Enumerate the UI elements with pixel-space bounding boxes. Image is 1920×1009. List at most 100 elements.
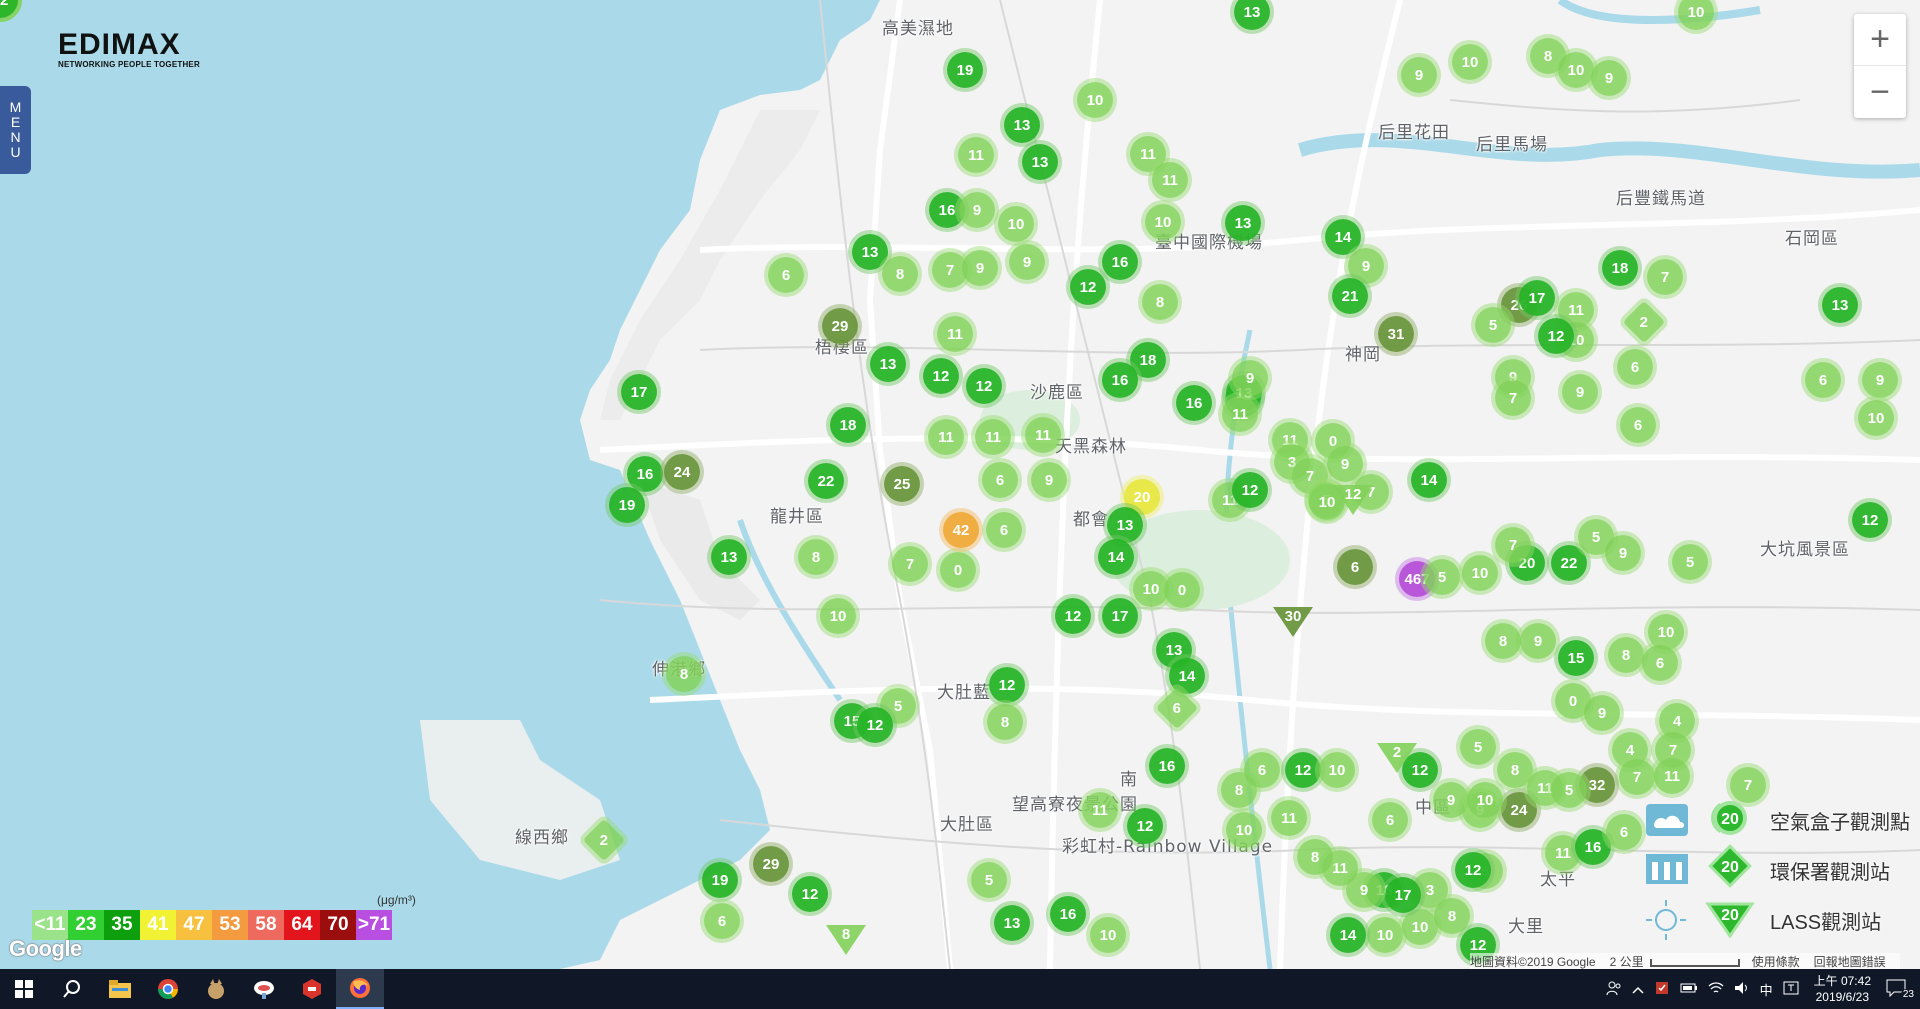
sensor-marker[interactable]: 6 bbox=[704, 903, 740, 939]
sensor-marker[interactable]: 16 bbox=[1149, 748, 1185, 784]
app-icon-1[interactable] bbox=[192, 969, 240, 1009]
sensor-marker[interactable]: 19 bbox=[947, 52, 983, 88]
sensor-marker[interactable]: 22 bbox=[808, 463, 844, 499]
sensor-marker[interactable]: 16 bbox=[1176, 385, 1212, 421]
sensor-marker[interactable]: 12 bbox=[1285, 752, 1321, 788]
sensor-marker[interactable]: 17 bbox=[1102, 598, 1138, 634]
sensor-marker[interactable]: 10 bbox=[1077, 82, 1113, 118]
sensor-marker[interactable]: 12 bbox=[1127, 808, 1163, 844]
sensor-marker[interactable]: 11 bbox=[1025, 417, 1061, 453]
sensor-marker[interactable]: 6 bbox=[1805, 362, 1841, 398]
sensor-marker[interactable]: 9 bbox=[1584, 695, 1620, 731]
sensor-marker[interactable]: 16 bbox=[1102, 244, 1138, 280]
map-canvas[interactable]: 高美濕地 梧棲區 沙鹿區 龍井區 大肚區 后里花田 后里馬場 后豐鐵馬道 石岡區 臺中國際機場 大坑… bbox=[0, 0, 1920, 969]
sensor-marker[interactable]: 10 bbox=[1402, 909, 1438, 945]
sensor-marker[interactable]: 13 bbox=[1004, 107, 1040, 143]
sensor-marker[interactable]: 7 bbox=[1647, 259, 1683, 295]
sensor-marker[interactable]: 9 bbox=[1591, 60, 1627, 96]
sensor-marker[interactable]: 10 bbox=[820, 598, 856, 634]
sensor-marker[interactable]: 0 bbox=[1164, 572, 1200, 608]
sensor-marker[interactable]: 6 bbox=[986, 512, 1022, 548]
sensor-marker[interactable]: 29 bbox=[822, 308, 858, 344]
sensor-marker[interactable]: 13 bbox=[1107, 507, 1143, 543]
sensor-marker[interactable]: 6 bbox=[1606, 814, 1642, 850]
sensor-marker[interactable]: 9 bbox=[1862, 362, 1898, 398]
edimax-logo[interactable]: EDIMAX NETWORKING PEOPLE TOGETHER bbox=[58, 30, 200, 70]
sensor-marker[interactable]: 11 bbox=[928, 419, 964, 455]
sensor-marker[interactable]: 16 bbox=[1102, 362, 1138, 398]
sensor-marker[interactable]: 11 bbox=[975, 419, 1011, 455]
sensor-marker[interactable]: 11 bbox=[1271, 800, 1307, 836]
sensor-marker[interactable]: 42 bbox=[943, 512, 979, 548]
sensor-marker[interactable]: 10 bbox=[1145, 204, 1181, 240]
sensor-marker[interactable]: 8 bbox=[987, 704, 1023, 740]
sensor-marker[interactable]: 21 bbox=[1332, 278, 1368, 314]
sensor-marker[interactable]: 10 bbox=[1462, 555, 1498, 591]
sensor-marker[interactable]: 13 bbox=[711, 539, 747, 575]
sensor-marker[interactable]: 10 bbox=[1467, 782, 1503, 818]
sensor-marker[interactable]: 12 bbox=[989, 667, 1025, 703]
sensor-marker[interactable]: 11 bbox=[1654, 758, 1690, 794]
sensor-marker[interactable]: 12 bbox=[1538, 318, 1574, 354]
sensor-marker[interactable]: 8 bbox=[798, 539, 834, 575]
battery-icon[interactable] bbox=[1675, 982, 1703, 997]
sensor-marker[interactable]: 11 bbox=[937, 316, 973, 352]
sensor-marker[interactable]: 8 bbox=[882, 256, 918, 292]
app-icon-2[interactable] bbox=[240, 969, 288, 1009]
sensor-marker[interactable]: 22 bbox=[1551, 545, 1587, 581]
sensor-marker[interactable]: 0 bbox=[940, 552, 976, 588]
sensor-marker[interactable]: 6 bbox=[1244, 752, 1280, 788]
sensor-marker[interactable]: 6 bbox=[1620, 407, 1656, 443]
sensor-marker[interactable]: 10 bbox=[1858, 400, 1894, 436]
sensor-marker[interactable]: 6 bbox=[1617, 349, 1653, 385]
sensor-marker[interactable]: 9 bbox=[1327, 446, 1363, 482]
sensor-marker[interactable]: 11 bbox=[1082, 792, 1118, 828]
sensor-marker[interactable]: 25 bbox=[884, 466, 920, 502]
wifi-icon[interactable] bbox=[1703, 981, 1729, 998]
sensor-marker[interactable]: 19 bbox=[609, 487, 645, 523]
sensor-marker[interactable]: 8 bbox=[666, 656, 702, 692]
sensor-marker[interactable]: 12 bbox=[792, 876, 828, 912]
notification-center-icon[interactable]: 23 bbox=[1881, 979, 1920, 1000]
sensor-marker[interactable]: 11 bbox=[1152, 162, 1188, 198]
sensor-marker[interactable]: 24 bbox=[664, 454, 700, 490]
search-icon[interactable] bbox=[48, 969, 96, 1009]
sensor-marker[interactable]: 5 bbox=[1424, 559, 1460, 595]
lass-station-marker[interactable]: 30 bbox=[1273, 607, 1313, 637]
sensor-marker[interactable]: 14 bbox=[1411, 462, 1447, 498]
sensor-marker[interactable]: 17 bbox=[1519, 280, 1555, 316]
sensor-marker[interactable]: 17 bbox=[1385, 877, 1421, 913]
sensor-marker[interactable]: 10 bbox=[1452, 44, 1488, 80]
sensor-marker[interactable]: 6 bbox=[1642, 645, 1678, 681]
volume-icon[interactable] bbox=[1729, 981, 1755, 998]
sensor-marker[interactable]: 13 bbox=[870, 346, 906, 382]
people-icon[interactable] bbox=[1601, 980, 1627, 999]
sensor-marker[interactable]: 29 bbox=[753, 846, 789, 882]
sensor-marker[interactable]: 12 bbox=[1232, 472, 1268, 508]
sensor-marker[interactable]: 7 bbox=[1495, 380, 1531, 416]
sensor-marker[interactable]: 13 bbox=[1225, 205, 1261, 241]
sensor-marker[interactable]: 9 bbox=[1605, 535, 1641, 571]
sensor-marker[interactable]: 10 bbox=[1648, 614, 1684, 650]
ime-mode-icon[interactable] bbox=[1778, 981, 1804, 998]
sensor-marker[interactable]: 7 bbox=[1619, 759, 1655, 795]
sensor-marker[interactable]: 9 bbox=[1520, 623, 1556, 659]
sensor-marker[interactable]: 5 bbox=[971, 862, 1007, 898]
sensor-marker[interactable]: 14 bbox=[1330, 917, 1366, 953]
sensor-marker[interactable]: 12 bbox=[1852, 502, 1888, 538]
sensor-marker[interactable]: 11 bbox=[958, 137, 994, 173]
sensor-marker[interactable]: 15 bbox=[1558, 640, 1594, 676]
sensor-marker[interactable]: 7 bbox=[892, 546, 928, 582]
lass-station-marker[interactable]: 8 bbox=[826, 925, 866, 955]
sensor-marker[interactable]: 12 bbox=[857, 707, 893, 743]
ime-indicator[interactable]: 中 bbox=[1755, 980, 1778, 999]
windows-start-icon[interactable] bbox=[0, 969, 48, 1009]
security-icon[interactable] bbox=[1649, 980, 1675, 999]
sensor-marker[interactable]: 10 bbox=[1319, 752, 1355, 788]
sensor-marker[interactable]: 6 bbox=[982, 462, 1018, 498]
sensor-marker[interactable]: 9 bbox=[1562, 374, 1598, 410]
zoom-in-button[interactable]: + bbox=[1854, 14, 1906, 66]
sensor-marker[interactable]: 9 bbox=[1401, 57, 1437, 93]
sensor-marker[interactable]: 12 bbox=[966, 368, 1002, 404]
sensor-marker[interactable]: 9 bbox=[1433, 782, 1469, 818]
